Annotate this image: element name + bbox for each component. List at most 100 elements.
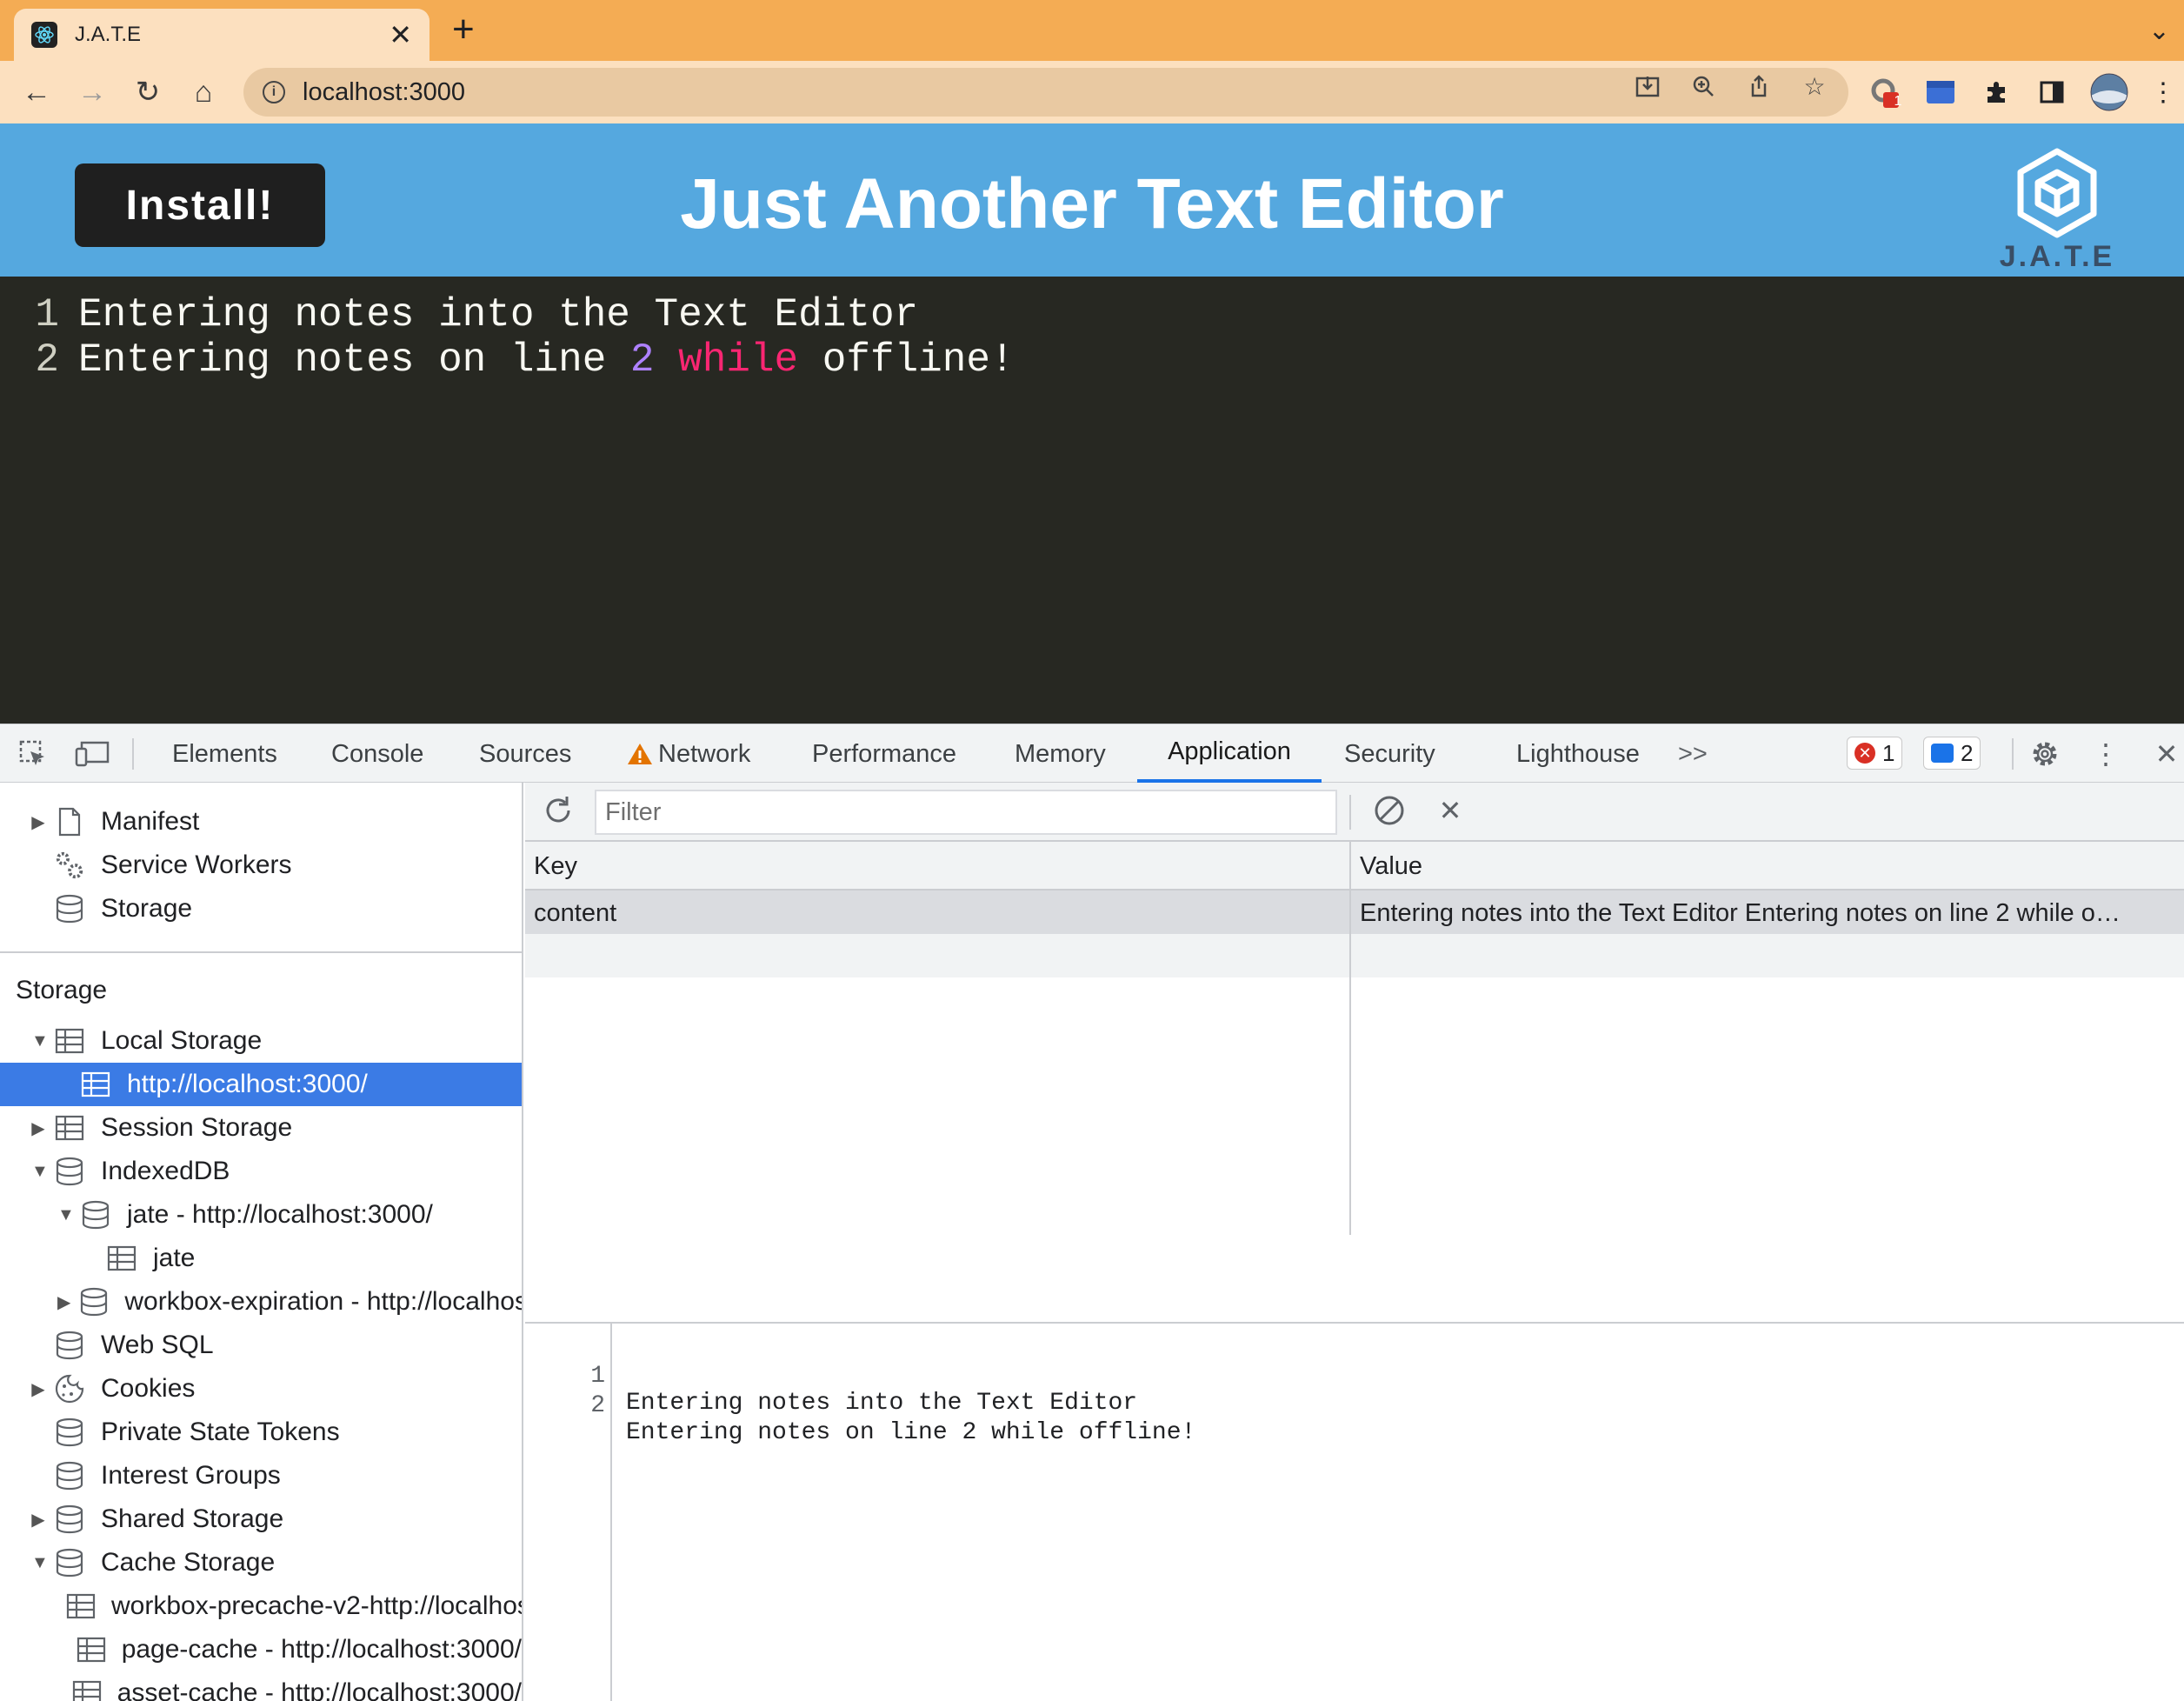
sidebar-item-session-storage[interactable]: ▶ Session Storage — [0, 1106, 522, 1150]
close-devtools-icon[interactable]: ✕ — [2149, 738, 2184, 770]
clear-all-icon[interactable] — [1372, 795, 1407, 826]
tab-performance[interactable]: Performance — [812, 724, 956, 784]
sidebar-item-manifest[interactable]: ▶ Manifest — [0, 800, 522, 844]
url-text: localhost:3000 — [303, 77, 466, 106]
sidebar-item-cache-storage[interactable]: ▼ Cache Storage — [0, 1541, 522, 1584]
close-tab-icon[interactable]: ✕ — [389, 21, 412, 49]
browser-tabstrip: J.A.T.E ✕ + ⌄ — [0, 0, 2184, 61]
editor-line: 2 Entering notes on line 2 while offline… — [0, 337, 2184, 383]
filter-toolbar: ✕ — [525, 783, 2184, 842]
sidebar-item-web-sql[interactable]: Web SQL — [0, 1324, 522, 1367]
address-bar[interactable]: i localhost:3000 — [243, 68, 1848, 117]
expand-arrow-icon[interactable]: ▶ — [31, 1378, 45, 1400]
code-editor[interactable]: 1 Entering notes into the Text Editor 2 … — [0, 277, 2184, 724]
info-icon[interactable]: i — [263, 81, 285, 103]
browser-menu-icon[interactable]: ⋮ — [2147, 77, 2179, 108]
filter-input[interactable] — [595, 790, 1337, 835]
table-row[interactable]: content Entering notes into the Text Edi… — [525, 891, 2184, 934]
sidebar-item-private-state-tokens[interactable]: Private State Tokens — [0, 1411, 522, 1454]
tab-elements[interactable]: Elements — [172, 724, 277, 784]
side-panel-icon[interactable] — [2036, 77, 2067, 108]
sidebar-item-local-storage[interactable]: ▼ Local Storage — [0, 1019, 522, 1063]
devtools-menu-icon[interactable]: ⋮ — [2088, 738, 2123, 770]
more-tabs-icon[interactable]: >> — [1678, 724, 1708, 784]
page-title: Just Another Text Editor — [680, 164, 1504, 243]
refresh-icon[interactable] — [541, 795, 576, 826]
warning-icon — [628, 744, 652, 764]
sidebar-item-asset-cache[interactable]: asset-cache - http://localhost:3000/ — [0, 1671, 522, 1701]
back-icon[interactable]: ← — [17, 73, 56, 111]
table-icon — [54, 1026, 85, 1056]
collapse-arrow-icon[interactable]: ▼ — [31, 1553, 49, 1573]
sidebar-item-service-workers[interactable]: Service Workers — [0, 844, 522, 887]
zoom-icon[interactable] — [1688, 71, 1718, 101]
collapse-arrow-icon[interactable]: ▼ — [31, 1162, 49, 1182]
collapse-arrow-icon[interactable]: ▼ — [57, 1205, 75, 1225]
column-header-value[interactable]: Value — [1360, 852, 1422, 881]
sidebar-item-label: Manifest — [101, 807, 200, 836]
bookmark-star-icon[interactable]: ☆ — [1800, 71, 1829, 101]
sidebar-item-storage[interactable]: Storage — [0, 887, 522, 931]
table-row-empty[interactable] — [525, 934, 2184, 977]
share-icon[interactable] — [1744, 71, 1774, 101]
divider — [2012, 738, 2014, 770]
expand-arrow-icon[interactable]: ▶ — [57, 1291, 70, 1313]
new-tab-icon[interactable]: + — [452, 10, 475, 49]
collapse-arrow-icon[interactable]: ▼ — [31, 1031, 49, 1051]
sidebar-item-jate-store[interactable]: jate — [0, 1237, 522, 1280]
sidebar-item-indexeddb[interactable]: ▼ IndexedDB — [0, 1150, 522, 1193]
profile-avatar[interactable] — [2090, 73, 2128, 111]
logo-cube-icon — [2017, 148, 2097, 238]
tab-application[interactable]: Application — [1137, 724, 1322, 784]
delete-selected-icon[interactable]: ✕ — [1433, 795, 1468, 826]
logo-text: J.A.T.E — [1999, 240, 2115, 273]
file-icon — [54, 807, 85, 837]
sidebar-item-interest-groups[interactable]: Interest Groups — [0, 1454, 522, 1498]
sidebar-item-label: Storage — [101, 894, 193, 923]
database-icon — [54, 1461, 85, 1491]
expand-arrow-icon[interactable]: ▶ — [31, 1509, 45, 1531]
sidebar-item-workbox-precache[interactable]: workbox-precache-v2-http://localhost:300… — [0, 1584, 522, 1628]
browser-tab[interactable]: J.A.T.E ✕ — [14, 9, 429, 61]
forward-icon[interactable]: → — [73, 73, 111, 111]
tab-network[interactable]: Network — [627, 724, 750, 784]
tab-lighthouse[interactable]: Lighthouse — [1516, 724, 1640, 784]
expand-arrow-icon[interactable]: ▶ — [31, 1117, 45, 1139]
row-value: Entering notes into the Text Editor Ente… — [1360, 899, 2121, 927]
message-icon — [1931, 744, 1954, 763]
database-icon — [54, 1331, 85, 1360]
database-icon — [54, 894, 85, 924]
tab-console[interactable]: Console — [331, 724, 423, 784]
line-text: offline! — [798, 337, 1015, 383]
tab-security[interactable]: Security — [1344, 724, 1435, 784]
extension-window-icon[interactable] — [1925, 77, 1956, 108]
sidebar-item-page-cache[interactable]: page-cache - http://localhost:3000/ — [0, 1628, 522, 1671]
sidebar-item-label: Cache Storage — [101, 1548, 276, 1577]
chevron-down-icon[interactable]: ⌄ — [2148, 16, 2170, 46]
expand-arrow-icon[interactable]: ▶ — [31, 811, 45, 833]
settings-gear-icon[interactable] — [2028, 738, 2062, 770]
install-app-icon[interactable] — [1633, 71, 1662, 101]
devtools-tabbar: Elements Console Sources Network Perform… — [0, 724, 2184, 784]
tab-memory[interactable]: Memory — [1015, 724, 1106, 784]
editor-line: 1 Entering notes into the Text Editor — [0, 292, 2184, 337]
number-token: 2 — [629, 337, 655, 383]
sidebar-item-local-storage-origin[interactable]: http://localhost:3000/ — [0, 1063, 522, 1106]
storage-section-heading: Storage — [16, 976, 108, 1004]
sidebar-item-cookies[interactable]: ▶ Cookies — [0, 1367, 522, 1411]
tab-sources[interactable]: Sources — [479, 724, 571, 784]
sidebar-item-label: Session Storage — [101, 1113, 293, 1142]
reload-icon[interactable]: ↻ — [129, 73, 167, 111]
inspect-element-icon[interactable] — [16, 738, 50, 770]
sidebar-item-shared-storage[interactable]: ▶ Shared Storage — [0, 1498, 522, 1541]
column-divider — [1349, 842, 1351, 1235]
device-toggle-icon[interactable] — [75, 738, 110, 770]
table-icon — [54, 1113, 85, 1143]
message-count-badge[interactable]: 2 — [1923, 737, 1981, 770]
puzzle-icon[interactable] — [1981, 77, 2012, 108]
sidebar-item-workbox-expiration[interactable]: ▶ workbox-expiration - http://localhost:… — [0, 1280, 522, 1324]
home-icon[interactable]: ⌂ — [184, 73, 223, 111]
sidebar-item-jate-db[interactable]: ▼ jate - http://localhost:3000/ — [0, 1193, 522, 1237]
error-count-badge[interactable]: ✕ 1 — [1847, 737, 1903, 770]
column-header-key[interactable]: Key — [534, 852, 577, 881]
